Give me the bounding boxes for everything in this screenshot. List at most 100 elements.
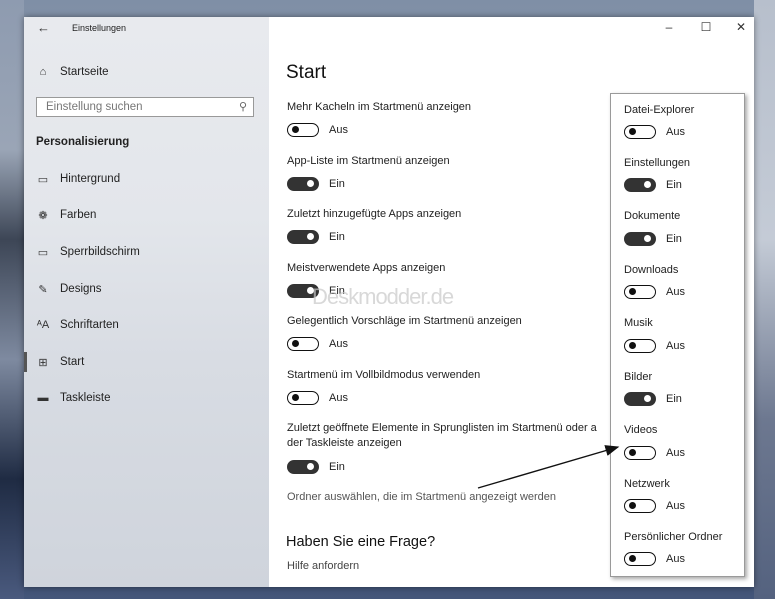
- setting-label-continued: der Taskleiste anzeigen: [287, 437, 402, 449]
- folder-toggle-personal[interactable]: Aus: [624, 552, 685, 566]
- toggle-state: Aus: [666, 447, 685, 459]
- toggle-switch[interactable]: [624, 285, 656, 299]
- folder-toggle-music[interactable]: Aus: [624, 339, 685, 353]
- toggle-switch[interactable]: [287, 337, 319, 351]
- font-icon: ᴬA: [36, 319, 50, 331]
- setting-toggle-app-list[interactable]: Ein: [287, 177, 345, 191]
- sidebar-item-farben[interactable]: ❁ Farben: [36, 205, 96, 225]
- setting-label: Zuletzt geöffnete Elemente in Sprunglist…: [287, 422, 597, 434]
- setting-toggle-fullscreen[interactable]: Aus: [287, 391, 348, 405]
- faq-heading: Haben Sie eine Frage?: [286, 534, 436, 550]
- sidebar-item-home[interactable]: ⌂ Startseite: [36, 62, 109, 82]
- toggle-state: Aus: [329, 124, 348, 136]
- page-title: Start: [286, 62, 327, 83]
- close-icon[interactable]: ✕: [731, 20, 751, 34]
- section-heading: Personalisierung: [36, 136, 130, 148]
- toggle-state: Aus: [329, 338, 348, 350]
- folder-toggle-pictures[interactable]: Ein: [624, 392, 682, 406]
- setting-label: Zuletzt hinzugefügte Apps anzeigen: [287, 208, 462, 220]
- toggle-switch[interactable]: [624, 499, 656, 513]
- sidebar-item-label: Taskleiste: [60, 392, 111, 404]
- sidebar-item-taskleiste[interactable]: ▬ Taskleiste: [36, 388, 111, 408]
- setting-label: Startmenü im Vollbildmodus verwenden: [287, 369, 481, 381]
- sidebar-item-label: Schriftarten: [60, 319, 119, 331]
- setting-label: Mehr Kacheln im Startmenü anzeigen: [287, 101, 472, 113]
- toggle-switch[interactable]: [287, 391, 319, 405]
- setting-toggle-more-tiles[interactable]: Aus: [287, 123, 348, 137]
- folder-label: Downloads: [624, 264, 679, 276]
- search-placeholder: Einstellung suchen: [46, 101, 143, 113]
- sidebar: ← Einstellungen ⌂ Startseite Einstellung…: [24, 17, 269, 587]
- back-arrow-icon[interactable]: ←: [37, 20, 50, 35]
- folder-toggle-videos[interactable]: Aus: [624, 446, 685, 460]
- toggle-switch[interactable]: [624, 232, 656, 246]
- sidebar-item-hintergrund[interactable]: ▭ Hintergrund: [36, 169, 120, 189]
- desktop-background-right: [754, 0, 775, 599]
- toggle-state: Aus: [666, 340, 685, 352]
- lockscreen-icon: ▭: [37, 246, 49, 259]
- toggle-state: Aus: [329, 392, 348, 404]
- image-icon: ▭: [37, 173, 49, 186]
- start-icon: ⊞: [38, 356, 48, 369]
- sidebar-item-label: Hintergrund: [60, 173, 121, 185]
- help-link[interactable]: Hilfe anfordern: [287, 560, 359, 572]
- window-title: Einstellungen: [72, 23, 127, 33]
- minimize-icon[interactable]: –: [659, 20, 679, 34]
- folder-selection-overlay: Datei-Explorer Aus Einstellungen Ein Dok…: [610, 93, 745, 577]
- toggle-state: Aus: [666, 553, 685, 565]
- folder-toggle-explorer[interactable]: Aus: [624, 125, 685, 139]
- watermark: Deskmodder.de: [312, 284, 454, 309]
- taskbar-icon: ▬: [37, 392, 49, 404]
- folder-label: Persönlicher Ordner: [624, 531, 723, 543]
- toggle-switch[interactable]: [287, 177, 319, 191]
- folder-toggle-network[interactable]: Aus: [624, 499, 685, 513]
- toggle-state: Ein: [666, 393, 682, 405]
- sidebar-item-label: Sperrbildschirm: [60, 246, 140, 258]
- setting-label: Meistverwendete Apps anzeigen: [287, 262, 446, 274]
- toggle-state: Ein: [329, 231, 345, 243]
- toggle-state: Ein: [329, 461, 345, 473]
- toggle-switch[interactable]: [624, 125, 656, 139]
- folder-toggle-settings[interactable]: Ein: [624, 178, 682, 192]
- sidebar-item-start[interactable]: ⊞ Start: [24, 352, 85, 372]
- folder-toggle-documents[interactable]: Ein: [624, 232, 682, 246]
- sidebar-item-designs[interactable]: ✎ Designs: [36, 279, 101, 299]
- toggle-state: Aus: [666, 126, 685, 138]
- sidebar-item-sperrbildschirm[interactable]: ▭ Sperrbildschirm: [36, 242, 140, 262]
- setting-label: Gelegentlich Vorschläge im Startmenü anz…: [287, 315, 522, 327]
- sidebar-item-label: Start: [60, 356, 85, 368]
- folder-label: Dokumente: [624, 210, 681, 222]
- sidebar-item-label: Startseite: [60, 66, 109, 78]
- palette-icon: ❁: [38, 209, 48, 222]
- choose-folders-link[interactable]: Ordner auswählen, die im Startmenü angez…: [287, 491, 556, 503]
- toggle-switch[interactable]: [624, 552, 656, 566]
- maximize-icon[interactable]: ☐: [696, 20, 716, 34]
- folder-label: Videos: [624, 424, 658, 436]
- toggle-state: Ein: [329, 178, 345, 190]
- toggle-switch[interactable]: [624, 178, 656, 192]
- sidebar-item-label: Farben: [60, 209, 97, 221]
- setting-toggle-jumplists[interactable]: Ein: [287, 460, 345, 474]
- folder-label: Bilder: [624, 371, 653, 383]
- toggle-state: Aus: [666, 286, 685, 298]
- brush-icon: ✎: [38, 283, 48, 296]
- desktop-background-left: [0, 0, 24, 599]
- toggle-state: Ein: [666, 233, 682, 245]
- setting-toggle-recent-apps[interactable]: Ein: [287, 230, 345, 244]
- toggle-switch[interactable]: [287, 230, 319, 244]
- toggle-state: Aus: [666, 500, 685, 512]
- search-input[interactable]: Einstellung suchen ⚲: [36, 97, 254, 117]
- folder-label: Musik: [624, 317, 653, 329]
- folder-toggle-downloads[interactable]: Aus: [624, 285, 685, 299]
- toggle-switch[interactable]: [287, 123, 319, 137]
- toggle-switch[interactable]: [287, 460, 319, 474]
- toggle-switch[interactable]: [624, 446, 656, 460]
- sidebar-item-schriftarten[interactable]: ᴬA Schriftarten: [36, 315, 119, 335]
- folder-label: Datei-Explorer: [624, 104, 695, 116]
- folder-label: Einstellungen: [624, 157, 691, 169]
- setting-toggle-suggestions[interactable]: Aus: [287, 337, 348, 351]
- toggle-state: Ein: [666, 179, 682, 191]
- toggle-switch[interactable]: [624, 392, 656, 406]
- folder-label: Netzwerk: [624, 478, 670, 490]
- toggle-switch[interactable]: [624, 339, 656, 353]
